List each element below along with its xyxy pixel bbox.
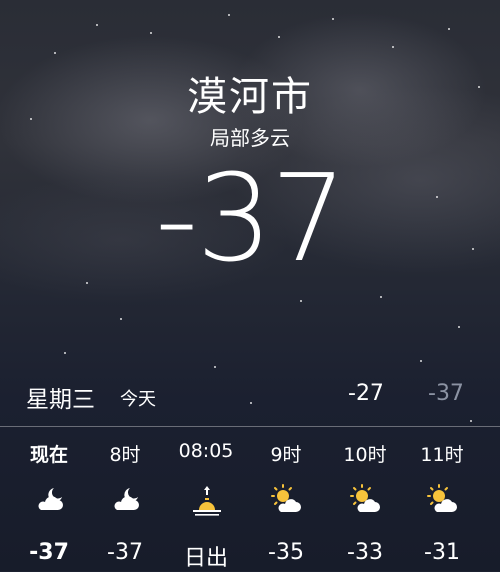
sunrise-icon bbox=[193, 486, 221, 516]
hour-temperature: -37 bbox=[29, 540, 69, 565]
divider-top bbox=[0, 426, 500, 427]
hourly-item-10: 10时 -33 bbox=[321, 436, 409, 571]
hour-label: 8时 bbox=[109, 444, 141, 466]
cloud-moon-icon bbox=[114, 488, 139, 510]
hourly-item-now: 现在 -37 bbox=[5, 436, 93, 571]
hour-label: 现在 bbox=[29, 444, 68, 466]
high-temperature: -27 bbox=[348, 381, 384, 406]
cloud-moon-icon bbox=[38, 488, 63, 510]
weekday-label: 星期三 bbox=[26, 387, 95, 413]
hour-sunrise-label: 日出 bbox=[183, 546, 228, 571]
weather-condition: 局部多云 bbox=[210, 126, 290, 150]
partly-sunny-icon bbox=[427, 484, 457, 512]
hour-label: 10时 bbox=[343, 444, 387, 466]
partly-sunny-icon bbox=[271, 484, 301, 512]
hour-temperature: -33 bbox=[347, 540, 383, 565]
hour-temperature: -35 bbox=[268, 540, 304, 565]
hour-label: 11时 bbox=[420, 444, 464, 466]
hourly-item-8: 8时 -37 bbox=[81, 436, 169, 571]
hourly-forecast[interactable]: 现在 -37 8时 -37 08:05 日出 9时 -35 10时 -33 11… bbox=[0, 436, 500, 571]
partly-sunny-icon bbox=[350, 484, 380, 512]
hourly-item-9: 9时 -35 bbox=[242, 436, 330, 571]
hour-label: 08:05 bbox=[178, 440, 234, 462]
low-temperature: -37 bbox=[428, 381, 464, 406]
today-summary-row: 星期三 今天 -27 -37 bbox=[0, 378, 500, 418]
hour-label: 9时 bbox=[270, 444, 302, 466]
today-label: 今天 bbox=[120, 389, 156, 410]
hourly-item-sunrise: 08:05 日出 bbox=[162, 436, 250, 571]
hourly-item-11: 11时 -31 bbox=[398, 436, 486, 571]
hour-temperature: -37 bbox=[107, 540, 143, 565]
city-name: 漠河市 bbox=[187, 74, 313, 120]
current-temperature: -37 bbox=[155, 150, 347, 289]
hour-temperature: -31 bbox=[424, 540, 460, 565]
